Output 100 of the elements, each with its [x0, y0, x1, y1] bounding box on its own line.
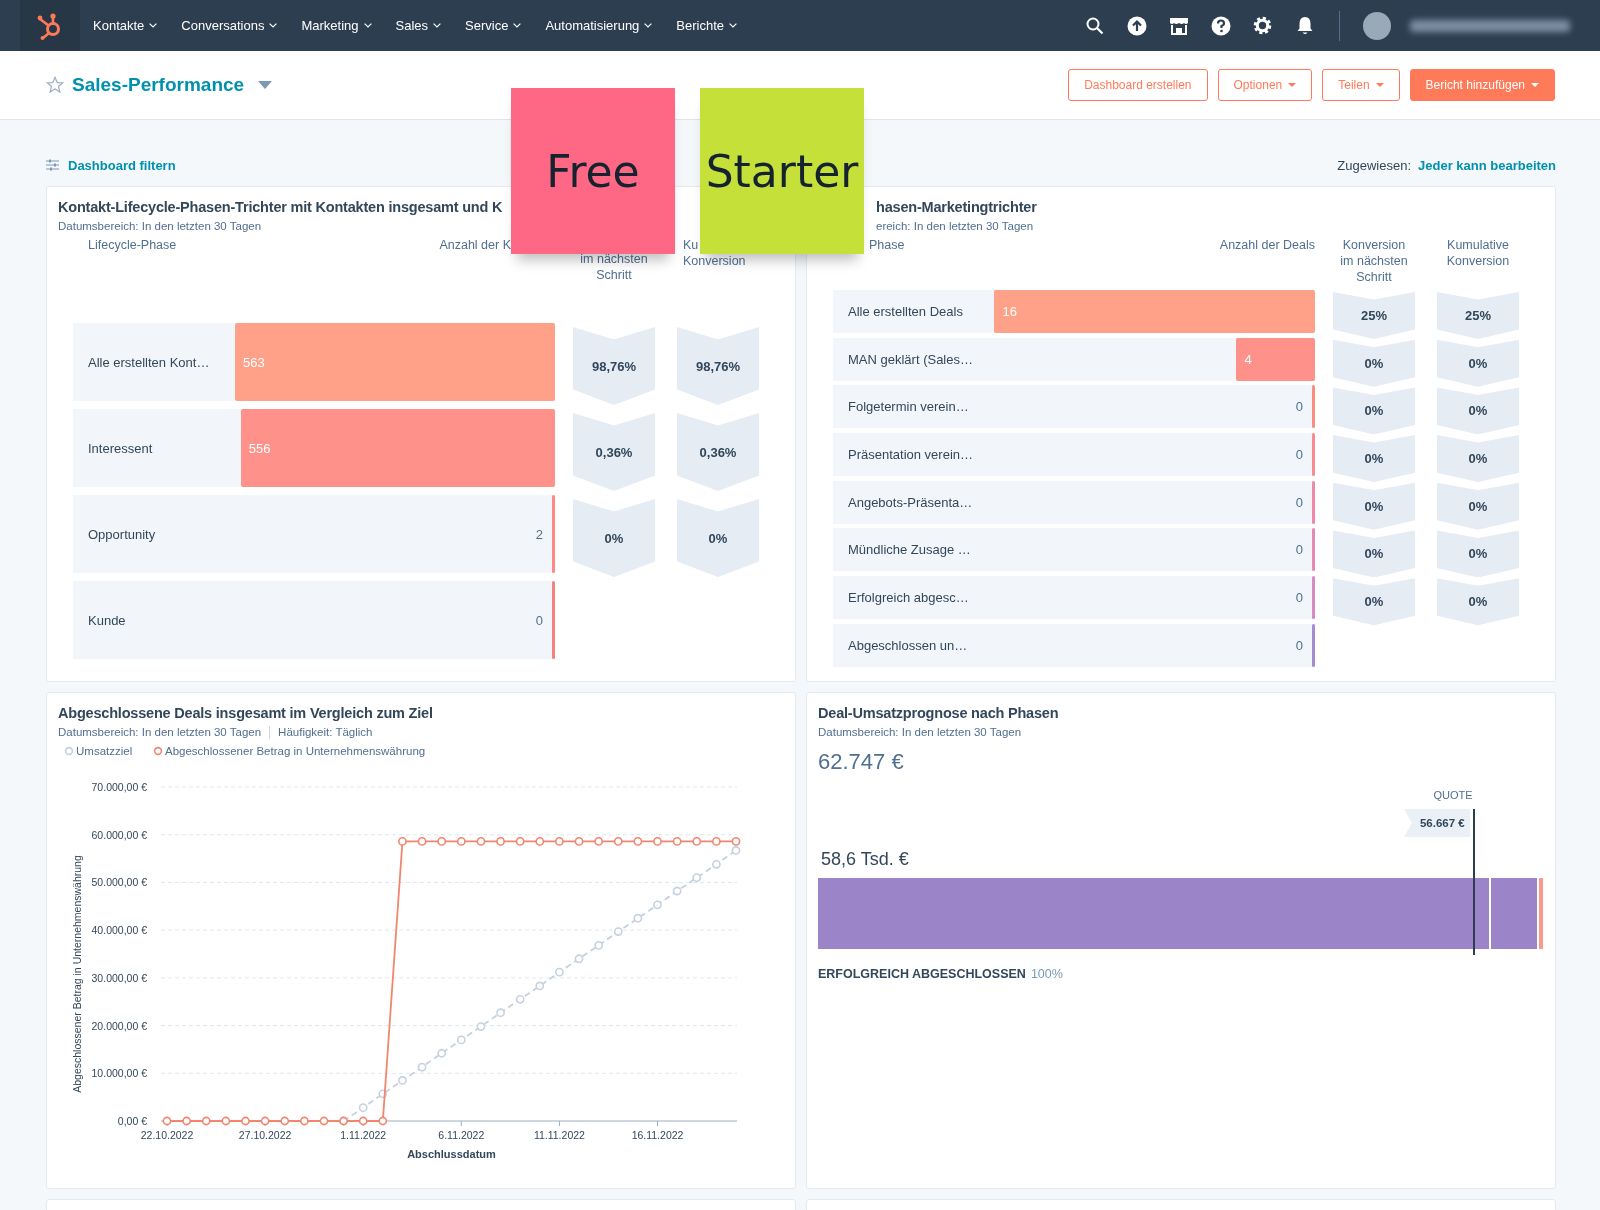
conversion-badge: 98,76%: [573, 327, 655, 405]
data-point: [515, 994, 525, 1004]
caret-icon: [269, 23, 278, 28]
legend-marker-icon: [153, 746, 163, 756]
legend-label: Umsatzziel: [76, 745, 133, 757]
conversion-badge: 0%: [1333, 530, 1415, 578]
data-point: [456, 837, 466, 846]
data-point: [672, 837, 682, 846]
conversion-badge: 0,36%: [573, 413, 655, 491]
phase-label: Opportunity: [87, 525, 156, 544]
data-point: [515, 837, 525, 846]
cumulative-badge: 0%: [1437, 339, 1519, 387]
help-icon[interactable]: [1209, 14, 1232, 37]
caret-icon: [513, 23, 522, 28]
cumulative-badge: 0%: [1437, 578, 1519, 626]
phase-label: Alle erstellten Kont…: [87, 353, 210, 372]
axis-label: 30.000,00 €: [91, 971, 147, 984]
axis-label: 16.11.2022: [631, 1129, 684, 1141]
axis-title: Abgeschlossener Betrag in Unternehmenswährung: [71, 855, 83, 1093]
dashboard-title: Sales-Performance: [72, 74, 245, 96]
data-point: [712, 859, 721, 869]
nav-menu-item[interactable]: Conversations: [170, 0, 289, 51]
filter-icon: [46, 159, 59, 171]
nav-menu-item[interactable]: Berichte: [665, 0, 749, 51]
data-point: [319, 1116, 329, 1126]
conversion-badge: 0%: [1333, 578, 1415, 626]
data-point: [574, 954, 584, 964]
upload-icon[interactable]: [1125, 14, 1148, 37]
caret-icon: [363, 23, 372, 28]
axis-label: 50.000,00 €: [91, 876, 147, 889]
column-header: Phase: [868, 237, 906, 254]
conversion-badge: 0%: [1333, 435, 1415, 483]
data-point: [437, 837, 447, 846]
column-header: Lifecycle-Phase: [87, 237, 178, 254]
assigned-label: Zugewiesen:: [1337, 157, 1411, 173]
cumulative-badge: 0%: [1437, 530, 1519, 578]
date-range: Datumsbereich: In den letzten 30 Tagen: [58, 219, 263, 234]
bar-value: 563: [241, 354, 265, 370]
axis-label: 60.000,00 €: [91, 828, 147, 841]
nav-menu-item[interactable]: Sales: [384, 0, 453, 51]
bar-value: 0: [535, 612, 543, 628]
data-point: [535, 837, 545, 846]
won-amount: 58,6 Tsd. €: [821, 849, 910, 870]
phase-label: Folgetermin verein…: [847, 398, 969, 417]
caret-icon: [433, 23, 442, 28]
data-point: [613, 837, 623, 846]
axis-label: 70.000,00 €: [91, 781, 147, 793]
logo-icon[interactable]: [20, 0, 80, 51]
nav-menu-item[interactable]: Service: [454, 0, 533, 51]
phase-label: Angebots-Präsenta…: [847, 493, 973, 512]
data-point: [574, 837, 584, 846]
data-point: [378, 1116, 388, 1126]
phase-label: Präsentation verein…: [847, 446, 973, 465]
axis-title: Abschlussdatum: [407, 1148, 496, 1160]
star-icon[interactable]: [46, 76, 64, 94]
data-point: [456, 1035, 466, 1045]
avatar[interactable]: [1363, 11, 1391, 40]
date-range: ereich: In den letzten 30 Tagen: [875, 219, 1035, 234]
dropdown-caret-icon[interactable]: [258, 81, 273, 89]
phase-label: Alle erstellten Deals: [847, 303, 963, 321]
settings-icon[interactable]: [1251, 14, 1274, 37]
data-point: [535, 981, 545, 991]
quote-value: 56.667 €: [1403, 809, 1471, 837]
axis-label: 22.10.2022: [140, 1129, 194, 1141]
bar-value: 0: [1295, 590, 1303, 606]
data-point: [496, 837, 505, 846]
data-point: [437, 1048, 447, 1058]
axis-label: 27.10.2022: [238, 1129, 292, 1141]
conversion-badge: 0%: [1333, 387, 1415, 435]
bar-value: 0: [1295, 447, 1303, 463]
sticky-note: Starter: [700, 88, 864, 254]
legend-marker-icon: [64, 746, 74, 756]
data-point: [417, 837, 427, 846]
data-point: [358, 1103, 368, 1113]
phase-label: Abgeschlossen un…: [847, 636, 968, 655]
data-point: [653, 900, 662, 910]
bar-value: 0: [1295, 637, 1303, 653]
bar-value: 16: [1001, 304, 1017, 319]
column-header: Konversion im nächsten Schritt: [1339, 237, 1409, 285]
phase-label: Mündliche Zusage …: [847, 541, 971, 560]
column-header: Anzahl der Deals: [1218, 237, 1315, 254]
nav-menu-item[interactable]: Kontakte: [82, 0, 169, 51]
caret-icon: [729, 23, 738, 28]
cumulative-badge: 0%: [1437, 435, 1519, 483]
data-point: [613, 927, 623, 936]
data-point: [476, 1022, 486, 1031]
legend-share: 100%: [1030, 967, 1063, 981]
nav-menu-item[interactable]: Automatisierung: [534, 0, 664, 51]
nav-menu-item[interactable]: Marketing: [290, 0, 383, 51]
bar-value: 0: [1295, 494, 1303, 510]
phase-label: Erfolgreich abgesc…: [847, 589, 969, 608]
phase-label: MAN geklärt (Sales…: [847, 350, 973, 369]
data-point: [398, 1076, 407, 1085]
column-header: Anzahl der K: [438, 237, 512, 254]
data-point: [692, 873, 702, 883]
column-header: Kumulative Konversion: [1445, 237, 1511, 270]
cumulative-badge: 25%: [1437, 292, 1519, 339]
conversion-badge: 0%: [1333, 482, 1415, 530]
column-header: im nächsten Schritt: [579, 251, 649, 283]
axis-label: 40.000,00 €: [91, 924, 147, 937]
